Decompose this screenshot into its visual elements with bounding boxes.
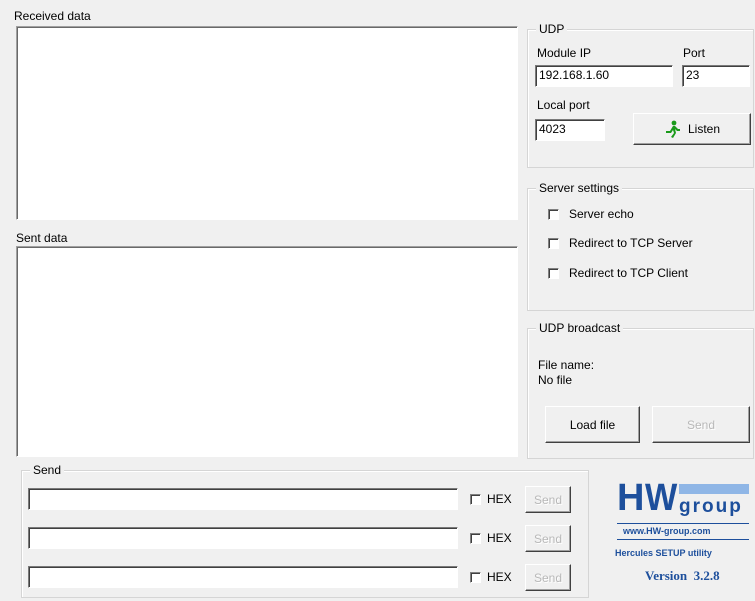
send-button-1-label: Send <box>533 492 563 507</box>
broadcast-send-label: Send <box>686 417 716 432</box>
logo-divider-2 <box>617 539 749 540</box>
send-button-1[interactable]: Send <box>525 486 571 513</box>
hex-checkbox-3[interactable] <box>470 572 481 583</box>
logo-version: Version 3.2.8 <box>645 568 720 583</box>
redirect-tcp-client-label: Redirect to TCP Client <box>569 266 688 280</box>
brand-h: H <box>617 477 645 519</box>
server-echo-label: Server echo <box>569 207 634 221</box>
logo-url: www.HW-group.com <box>623 526 711 536</box>
sent-data-label: Sent data <box>16 231 68 245</box>
port-label: Port <box>683 46 706 60</box>
server-settings-title: Server settings <box>536 181 623 195</box>
hw-group-brand: H W group <box>613 478 751 520</box>
load-file-button[interactable]: Load file <box>545 406 640 443</box>
load-file-label: Load file <box>569 417 616 432</box>
module-ip-input[interactable]: 192.168.1.60 <box>535 65 673 87</box>
hex-checkbox-1[interactable] <box>470 494 481 505</box>
file-name-value: No file <box>538 373 573 387</box>
send-button-3-label: Send <box>533 570 563 585</box>
send-group-title: Send <box>30 463 65 477</box>
send-input-3[interactable] <box>28 566 458 588</box>
local-port-input[interactable]: 4023 <box>535 119 605 141</box>
brand-bar <box>679 484 749 494</box>
send-button-3[interactable]: Send <box>525 564 571 591</box>
redirect-tcp-server-label: Redirect to TCP Server <box>569 236 693 250</box>
sent-data-area[interactable] <box>16 246 518 457</box>
running-man-icon <box>665 120 680 138</box>
hex-checkbox-2[interactable] <box>470 533 481 544</box>
local-port-label: Local port <box>537 98 590 112</box>
brand-group: group <box>679 496 743 517</box>
redirect-tcp-client-checkbox[interactable] <box>548 268 559 279</box>
logo-divider <box>617 523 749 524</box>
hex-label-3: HEX <box>487 570 512 584</box>
udp-broadcast-title: UDP broadcast <box>536 321 624 335</box>
send-input-1[interactable] <box>28 488 458 510</box>
send-input-2[interactable] <box>28 527 458 549</box>
listen-button[interactable]: Listen <box>633 113 751 145</box>
brand-w: W <box>645 477 678 519</box>
received-data-label: Received data <box>14 9 91 23</box>
port-input[interactable]: 23 <box>682 65 750 87</box>
hex-label-2: HEX <box>487 531 512 545</box>
hex-label-1: HEX <box>487 492 512 506</box>
send-button-2[interactable]: Send <box>525 525 571 552</box>
received-data-area[interactable] <box>16 26 518 220</box>
module-ip-label: Module IP <box>537 46 592 60</box>
udp-group-title: UDP <box>536 22 568 36</box>
hw-group-logo: H W group www.HW-group.com Hercules SETU… <box>605 470 753 598</box>
send-button-2-label: Send <box>533 531 563 546</box>
server-echo-checkbox[interactable] <box>548 209 559 220</box>
broadcast-send-button[interactable]: Send <box>652 406 750 443</box>
redirect-tcp-server-checkbox[interactable] <box>548 238 559 249</box>
logo-tagline: Hercules SETUP utility <box>615 548 712 558</box>
file-name-label: File name: <box>538 358 595 372</box>
listen-label: Listen <box>687 122 721 136</box>
